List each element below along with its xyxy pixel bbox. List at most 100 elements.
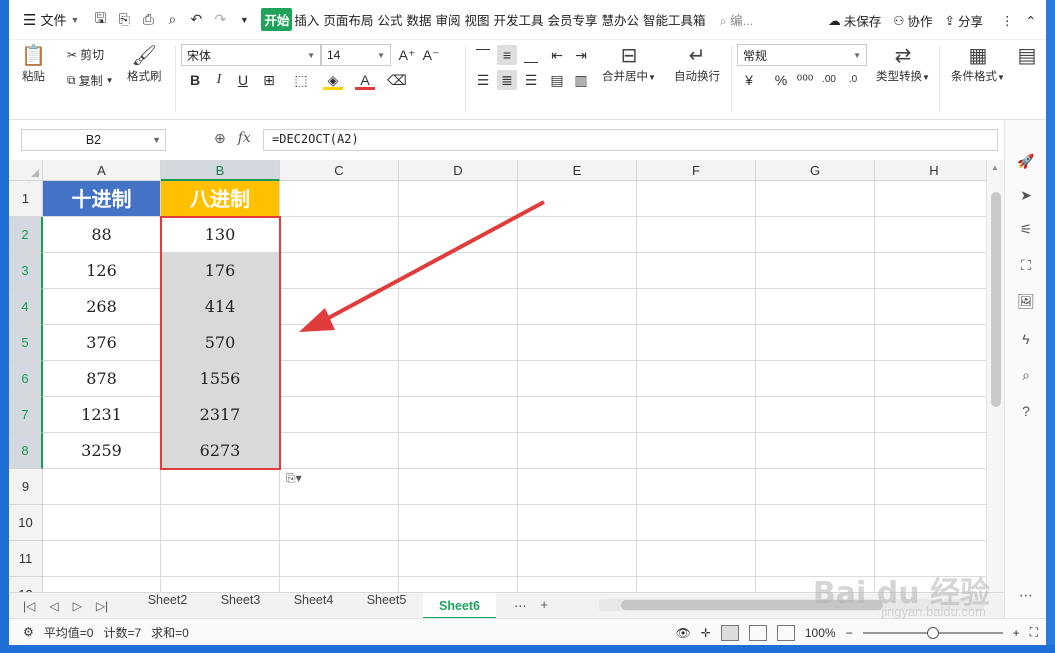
borders-icon[interactable]: ⊞ <box>259 70 279 90</box>
collapse-ribbon-icon[interactable]: ⌃ <box>1026 13 1036 28</box>
page-break-view-icon[interactable] <box>776 624 795 641</box>
sliders-icon[interactable]: ⚟ <box>1017 220 1035 238</box>
redo-icon[interactable]: ↷ <box>211 11 229 28</box>
bold-icon[interactable]: B <box>185 70 205 90</box>
justify-icon[interactable]: ▤ <box>547 70 567 90</box>
align-center-icon[interactable]: ≣ <box>497 70 517 90</box>
print-icon[interactable]: ⎙ <box>139 11 157 28</box>
tab-4[interactable]: 数据 <box>404 8 433 31</box>
save-icon[interactable]: 🖫 <box>91 8 109 32</box>
indent-decrease-icon[interactable]: ⇤ <box>547 45 567 65</box>
tab-0[interactable]: 开始 <box>261 8 293 31</box>
zoom-icon[interactable]: ⊕ <box>214 130 226 147</box>
sheet-tab-sheet3[interactable]: Sheet3 <box>204 593 277 619</box>
font-color-icon[interactable]: A <box>355 70 375 90</box>
frame-icon[interactable]: ⛶ <box>1017 256 1035 274</box>
type-convert-button[interactable]: ⇄ 类型转换▼ <box>871 44 935 84</box>
italic-icon[interactable]: I <box>209 70 229 90</box>
vertical-scrollbar[interactable]: ▲ <box>986 160 1004 592</box>
tab-5[interactable]: 审阅 <box>433 8 462 31</box>
unsaved-button[interactable]: ☁ 未保存 <box>828 11 881 30</box>
sheet-tab-sheet5[interactable]: Sheet5 <box>350 593 423 619</box>
reading-mode-icon[interactable]: ✛ <box>701 626 711 640</box>
decrease-font-icon[interactable]: A⁻ <box>421 45 441 65</box>
add-sheet-icon[interactable]: + <box>541 598 548 613</box>
sheet-tab-sheet6[interactable]: Sheet6 <box>423 592 496 619</box>
book-search-icon[interactable]: ⌕ <box>1017 366 1035 384</box>
increase-decimal-icon[interactable]: .00 <box>819 70 839 90</box>
more-options-icon[interactable]: ⋮ <box>1001 13 1014 28</box>
increase-font-icon[interactable]: A⁺ <box>397 45 417 65</box>
normal-view-icon[interactable] <box>720 624 739 641</box>
help-icon[interactable]: ? <box>1017 402 1035 420</box>
format-painter-button[interactable]: 🖌 格式刷 <box>127 44 162 84</box>
zoom-in-icon[interactable]: + <box>1013 626 1020 640</box>
font-size-select[interactable]: 14 ▼ <box>321 44 391 66</box>
file-menu[interactable]: ☰ 文件 ▼ <box>23 10 79 29</box>
tab-3[interactable]: 公式 <box>375 8 404 31</box>
sheet-tab-sheet4[interactable]: Sheet4 <box>277 593 350 619</box>
tab-1[interactable]: 插入 <box>292 8 321 31</box>
name-box[interactable]: B2 ▼ <box>21 129 166 151</box>
zoom-out-icon[interactable]: − <box>846 626 853 640</box>
page-layout-view-icon[interactable] <box>748 624 767 641</box>
eraser-icon[interactable]: ⌫ <box>387 70 407 90</box>
zoom-level[interactable]: 100% <box>805 626 836 640</box>
paste-button[interactable]: 📋 粘贴 <box>21 44 46 84</box>
more-icon[interactable]: ⋯ <box>1017 586 1035 604</box>
macro-icon[interactable]: ⚙ <box>23 625 34 639</box>
formula-input[interactable]: =DEC2OCT(A2) <box>263 129 998 151</box>
collaborate-button[interactable]: ⚇ 协作 <box>893 11 932 30</box>
more-sheets-icon[interactable]: ⋯ <box>514 598 527 613</box>
indent-increase-icon[interactable]: ⇥ <box>571 45 591 65</box>
zoom-slider-knob[interactable] <box>926 626 939 639</box>
number-format-select[interactable]: 常规 ▼ <box>737 44 867 66</box>
eye-protection-icon[interactable]: 👁 <box>676 626 691 640</box>
function-icon[interactable]: fx <box>238 130 251 147</box>
vertical-scroll-thumb[interactable] <box>991 192 1001 407</box>
tab-6[interactable]: 视图 <box>462 8 491 31</box>
print-preview-icon[interactable]: ⌕ <box>163 11 181 28</box>
thousands-icon[interactable]: ⁰⁰⁰ <box>795 70 815 90</box>
fill-color-icon[interactable]: ◈ <box>323 70 343 90</box>
distributed-icon[interactable]: ▥ <box>571 70 591 90</box>
tab-2[interactable]: 页面布局 <box>321 8 375 31</box>
image-icon[interactable]: 🖼 <box>1017 292 1035 310</box>
currency-icon[interactable]: ¥ <box>739 70 759 90</box>
sheet-tab-sheet2[interactable]: Sheet2 <box>131 593 204 619</box>
wrap-text-button[interactable]: ↵ 自动换行 <box>665 44 729 84</box>
copy-button[interactable]: ⧉ 复制 ▼ <box>67 72 114 89</box>
align-bottom-icon[interactable]: ⎽ <box>521 45 541 65</box>
align-middle-icon[interactable]: ≡ <box>497 45 517 65</box>
zoom-slider[interactable] <box>862 626 1003 639</box>
customize-chevron-icon[interactable]: ▼ <box>235 15 253 25</box>
decrease-decimal-icon[interactable]: .0 <box>843 70 863 90</box>
font-name-select[interactable]: 宋体 ▼ <box>181 44 321 66</box>
align-left-icon[interactable]: ☰ <box>473 70 493 90</box>
rocket-icon[interactable]: 🚀 <box>1017 152 1035 170</box>
table-style-button[interactable]: ▤ <box>1015 44 1039 68</box>
fill-style-icon[interactable]: ⬚ <box>291 70 311 90</box>
cut-button[interactable]: ✂ 剪切 <box>67 46 104 63</box>
align-top-icon[interactable]: ⎺ <box>473 45 493 65</box>
tab-10[interactable]: 智能工具箱 <box>641 8 708 31</box>
undo-icon[interactable]: ↶ <box>187 11 205 28</box>
tab-7[interactable]: 开发工具 <box>492 8 546 31</box>
align-right-icon[interactable]: ☰ <box>521 70 541 90</box>
scroll-up-icon[interactable]: ▲ <box>991 163 999 172</box>
percent-icon[interactable]: % <box>771 70 791 90</box>
prev-sheet-icon[interactable]: ◁ <box>49 599 58 613</box>
share-button[interactable]: ⇪ 分享 <box>945 11 984 30</box>
tab-9[interactable]: 慧办公 <box>600 8 642 31</box>
cursor-icon[interactable]: ➤ <box>1017 186 1035 204</box>
command-search[interactable]: ⌕ 编... <box>720 10 753 29</box>
tab-8[interactable]: 会员专享 <box>546 8 600 31</box>
last-sheet-icon[interactable]: ▷| <box>96 599 108 613</box>
underline-icon[interactable]: U <box>233 70 253 90</box>
first-sheet-icon[interactable]: |◁ <box>23 599 35 613</box>
conditional-format-button[interactable]: ▦ 条件格式▼ <box>947 44 1009 84</box>
lightning-icon[interactable]: ϟ <box>1017 330 1035 348</box>
next-sheet-icon[interactable]: ▷ <box>73 599 82 613</box>
fullscreen-icon[interactable]: ⛶ <box>1030 625 1038 640</box>
export-icon[interactable]: ⎘ <box>115 11 133 28</box>
